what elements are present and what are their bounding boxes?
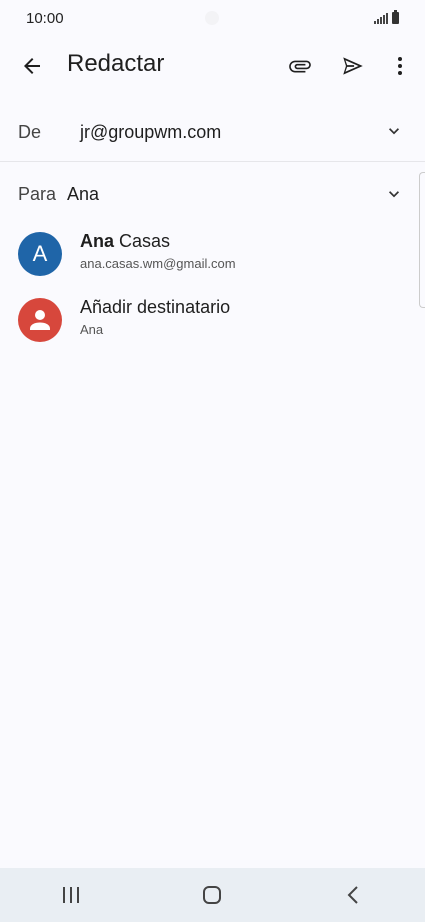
page-title: Redactar bbox=[67, 50, 165, 77]
add-recipient-label: Añadir destinatario bbox=[80, 297, 231, 317]
status-time: 10:00 bbox=[26, 9, 64, 27]
from-label: De bbox=[18, 122, 42, 142]
to-row: Para Ana bbox=[0, 172, 425, 216]
chevron-down-icon[interactable] bbox=[384, 121, 404, 141]
suggestion-add-recipient[interactable]: Añadir destinatario Ana bbox=[0, 288, 425, 352]
recents-icon bbox=[62, 887, 79, 903]
contact-name-bold: Ana bbox=[80, 231, 115, 251]
more-options-button[interactable] bbox=[384, 50, 416, 82]
signal-icon bbox=[374, 12, 388, 24]
home-icon bbox=[203, 886, 222, 904]
avatar bbox=[18, 298, 62, 342]
contact-name: Ana Casas bbox=[80, 231, 170, 252]
back-button[interactable] bbox=[18, 52, 46, 80]
chevron-down-icon[interactable] bbox=[384, 184, 404, 204]
attach-icon bbox=[289, 60, 311, 73]
nav-back-button[interactable] bbox=[334, 875, 374, 915]
recents-button[interactable] bbox=[51, 875, 91, 915]
navigation-bar bbox=[0, 868, 425, 922]
person-icon bbox=[30, 310, 50, 330]
nav-back-icon bbox=[347, 886, 358, 904]
back-arrow-icon bbox=[24, 58, 40, 74]
battery-icon bbox=[392, 10, 399, 24]
app-bar: Redactar bbox=[0, 36, 425, 94]
send-icon bbox=[343, 57, 363, 75]
from-row: De jr@groupwm.com bbox=[0, 102, 425, 162]
from-account-select[interactable]: jr@groupwm.com bbox=[80, 122, 221, 143]
send-button[interactable] bbox=[337, 50, 369, 82]
to-label: Para bbox=[18, 184, 57, 204]
camera-cutout bbox=[205, 11, 219, 25]
home-button[interactable] bbox=[192, 875, 232, 915]
more-vert-icon bbox=[398, 57, 402, 75]
attach-button[interactable] bbox=[284, 50, 316, 82]
avatar: A bbox=[18, 232, 62, 276]
status-icons bbox=[374, 10, 399, 24]
suggestion-contact[interactable]: A Ana Casas ana.casas.wm@gmail.com bbox=[0, 222, 425, 286]
to-input[interactable]: Ana bbox=[67, 184, 99, 205]
contact-name-rest: Casas bbox=[114, 231, 171, 251]
contact-email: ana.casas.wm@gmail.com bbox=[80, 256, 236, 271]
avatar-initial: A bbox=[32, 241, 48, 266]
add-recipient-sub: Ana bbox=[80, 322, 104, 337]
